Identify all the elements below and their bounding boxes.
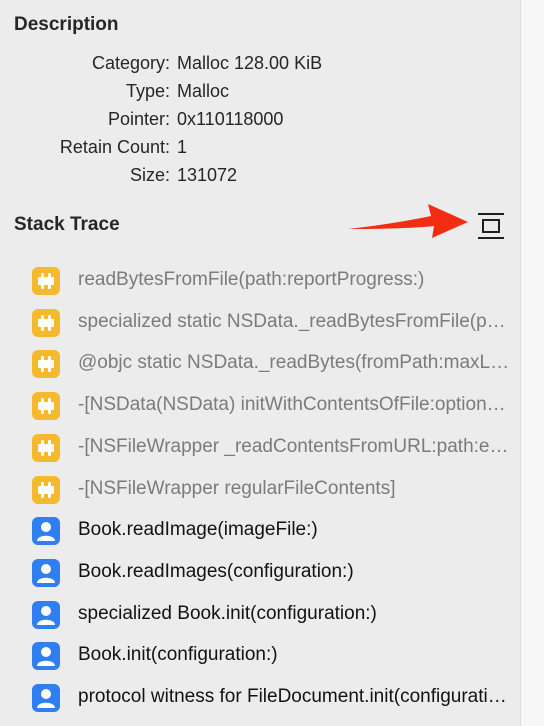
stack-frame[interactable]: readBytesFromFile(path:reportProgress:) <box>32 266 512 296</box>
stack-trace-title: Stack Trace <box>14 214 120 235</box>
stack-frame-label: -[NSFileWrapper regularFileContents] <box>78 477 396 499</box>
description-title: Description <box>14 14 119 35</box>
description-value: Malloc <box>177 81 230 101</box>
user-icon <box>32 642 60 671</box>
stack-frame[interactable]: protocol witness for FileDocument.init(c… <box>32 683 512 713</box>
description-row: Size: 131072 <box>0 165 520 191</box>
description-key: Type: <box>125 81 170 101</box>
stack-frame[interactable]: specialized Book.init(configuration:) <box>32 600 512 630</box>
stack-frame-label: Book.readImage(imageFile:) <box>78 519 318 541</box>
stack-frame[interactable]: Book.readImage(imageFile:) <box>32 516 512 546</box>
inspector-panel: Description Category: Malloc 128.00 KiB Ty… <box>0 0 520 726</box>
puzzle-icon <box>32 392 60 421</box>
user-icon <box>32 600 60 629</box>
user-icon <box>32 684 60 712</box>
description-key: Retain Count: <box>59 137 170 157</box>
stack-frame[interactable]: -[NSFileWrapper _readContentsFromURL:pat… <box>32 433 512 463</box>
scrollbar[interactable] <box>520 0 544 726</box>
description-row: Retain Count: 1 <box>0 137 520 163</box>
description-row: Type: Malloc <box>0 81 520 107</box>
description-row: Pointer: 0x110118000 <box>0 109 520 135</box>
stack-frame-label: specialized Book.init(configuration:) <box>78 602 377 624</box>
stack-frame[interactable]: @objc static NSData._readBytes(fromPath:… <box>32 349 512 379</box>
stack-frame-label: Book.readImages(configuration:) <box>78 560 354 582</box>
stack-frame-label: protocol witness for FileDocument.init(c… <box>78 686 512 707</box>
stack-frame-label: @objc static NSData._readBytes(fromPath:… <box>78 352 512 374</box>
user-icon <box>32 517 60 546</box>
description-value: 0x110118000 <box>177 109 284 129</box>
user-icon <box>32 558 60 587</box>
puzzle-icon <box>32 475 60 504</box>
puzzle-icon <box>32 350 60 379</box>
description-value: 131072 <box>177 165 238 185</box>
puzzle-icon <box>32 433 60 462</box>
stack-frame[interactable]: specialized static NSData._readBytesFrom… <box>32 308 512 338</box>
stack-frame[interactable]: Book.readImages(configuration:) <box>32 558 512 588</box>
annotation-arrow <box>348 204 468 238</box>
stack-frame[interactable]: -[NSFileWrapper regularFileContents] <box>32 475 512 505</box>
stack-frame[interactable]: -[NSData(NSData) initWithContentsOfFile:… <box>32 391 512 421</box>
description-value: 1 <box>177 137 188 157</box>
description-key: Pointer: <box>107 109 170 129</box>
puzzle-icon <box>32 267 60 295</box>
stack-frame-label: specialized static NSData._readBytesFrom… <box>78 310 512 332</box>
description-key: Size: <box>129 165 170 185</box>
stack-frame-label: readBytesFromFile(path:reportProgress:) <box>78 269 425 290</box>
description-row: Category: Malloc 128.00 KiB <box>0 53 520 79</box>
stack-frame-label: -[NSFileWrapper _readContentsFromURL:pat… <box>78 435 512 457</box>
description-value: Malloc 128.00 KiB <box>177 53 323 73</box>
description-key: Category: <box>91 53 170 73</box>
puzzle-icon <box>32 308 60 337</box>
stack-frame[interactable]: Book.init(configuration:) <box>32 641 512 671</box>
expand-collapse-icon[interactable] <box>476 212 506 240</box>
stack-frame-label: Book.init(configuration:) <box>78 644 278 666</box>
stack-frame-label: -[NSData(NSData) initWithContentsOfFile:… <box>78 394 512 416</box>
